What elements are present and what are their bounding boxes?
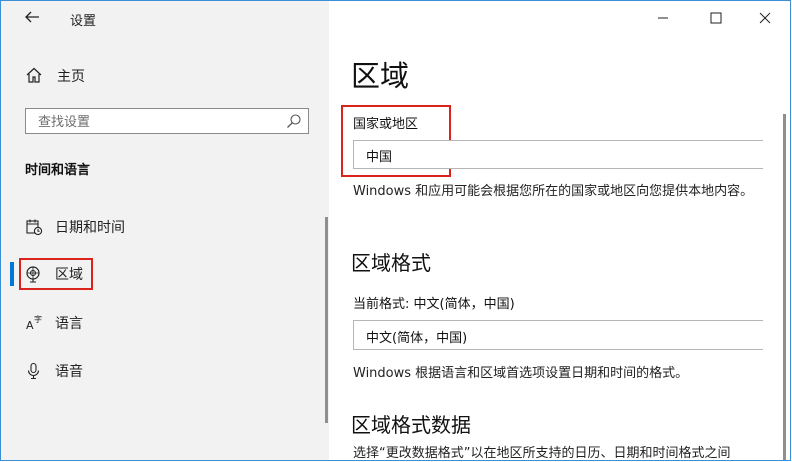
- microphone-icon: [25, 362, 43, 380]
- sidebar-item-label: 日期和时间: [55, 220, 125, 236]
- sidebar: 设置 主页 时间和语言 日期和时间 区域: [1, 1, 329, 460]
- format-data-description: 选择“更改数据格式”以在地区所支持的日历、日期和时间格式之间: [353, 446, 731, 461]
- sidebar-item-speech[interactable]: 语音: [25, 359, 83, 383]
- region-format-description: Windows 根据语言和区域首选项设置日期和时间的格式。: [353, 366, 689, 381]
- country-description: Windows 和应用可能会根据您所在的国家或地区向您提供本地内容。: [353, 184, 754, 199]
- minimize-icon: [658, 17, 668, 19]
- back-button[interactable]: [23, 8, 45, 30]
- sidebar-item-home[interactable]: 主页: [25, 65, 85, 87]
- section-title: 时间和语言: [25, 163, 91, 178]
- maximize-icon: [710, 12, 722, 24]
- region-format-value: 中文(简体，中国): [366, 331, 468, 346]
- page-title: 区域: [351, 59, 410, 93]
- minimize-button[interactable]: [649, 7, 677, 29]
- maximize-button[interactable]: [702, 7, 730, 29]
- format-data-heading: 区域格式数据: [351, 413, 471, 437]
- active-indicator: [10, 262, 14, 286]
- settings-window: 设置 主页 时间和语言 日期和时间 区域: [0, 0, 791, 461]
- current-format-label: 当前格式: 中文(简体，中国): [353, 297, 515, 312]
- app-title: 设置: [70, 14, 97, 29]
- search-icon[interactable]: [286, 113, 302, 129]
- content-scrollbar[interactable]: [783, 114, 786, 460]
- sidebar-item-language[interactable]: A字 语言: [25, 311, 83, 335]
- calendar-clock-icon: [25, 218, 43, 236]
- country-dropdown[interactable]: 中国: [353, 140, 763, 169]
- main-content: 区域 国家或地区 中国 Windows 和应用可能会根据您所在的国家或地区向您提…: [329, 1, 790, 460]
- sidebar-item-label: 语言: [55, 316, 83, 332]
- home-icon: [25, 66, 45, 86]
- search-input[interactable]: [36, 112, 280, 132]
- country-label: 国家或地区: [353, 117, 419, 132]
- svg-text:A: A: [26, 319, 34, 332]
- close-icon: [759, 12, 771, 24]
- sidebar-item-label: 语音: [55, 364, 83, 380]
- highlight-box-region: [19, 258, 93, 290]
- sidebar-scrollbar[interactable]: [325, 217, 328, 423]
- svg-text:字: 字: [34, 314, 42, 324]
- country-value: 中国: [366, 150, 393, 165]
- region-format-dropdown[interactable]: 中文(简体，中国): [353, 320, 763, 350]
- language-icon: A字: [25, 314, 43, 332]
- home-label: 主页: [57, 69, 85, 85]
- back-arrow-icon: [25, 11, 39, 23]
- search-box[interactable]: [25, 108, 309, 134]
- sidebar-item-date-time[interactable]: 日期和时间: [25, 215, 125, 239]
- close-button[interactable]: [751, 7, 779, 29]
- region-format-heading: 区域格式: [351, 251, 431, 275]
